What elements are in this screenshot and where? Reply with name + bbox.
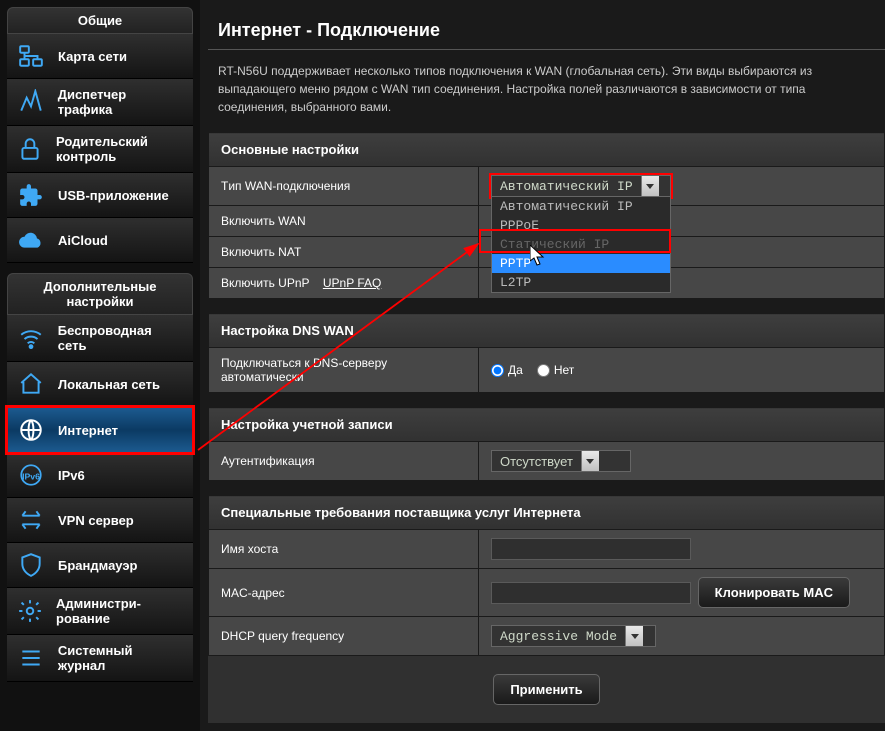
sidebar-item-admin[interactable]: Администри-рование bbox=[7, 588, 193, 635]
apply-row: Применить bbox=[208, 656, 885, 723]
sidebar-item-aicloud[interactable]: AiCloud bbox=[7, 218, 193, 263]
dhcp-label: DHCP query frequency bbox=[209, 617, 479, 656]
auth-value: Отсутствует bbox=[492, 454, 581, 469]
host-label: Имя хоста bbox=[209, 530, 479, 569]
dns-auto-label: Подключаться к DNS-серверу автоматически bbox=[209, 348, 479, 393]
sidebar-item-ipv6[interactable]: IPv6 IPv6 bbox=[7, 453, 193, 498]
wan-type-option[interactable]: PPTP bbox=[492, 254, 670, 273]
wan-type-option[interactable]: Автоматический IP bbox=[492, 197, 670, 216]
upnp-faq-link[interactable]: UPnP FAQ bbox=[323, 276, 381, 290]
sidebar-item-label: Системный журнал bbox=[58, 643, 183, 673]
enable-nat-label: Включить NAT bbox=[209, 237, 479, 268]
sidebar-item-label: Родительский контроль bbox=[56, 134, 183, 164]
wan-type-option[interactable]: PPPoE bbox=[492, 216, 670, 235]
network-map-icon bbox=[17, 42, 45, 70]
dns-yes[interactable]: Да bbox=[491, 363, 523, 377]
sidebar-item-wireless[interactable]: Беспроводная сеть bbox=[7, 315, 193, 362]
apply-button[interactable]: Применить bbox=[493, 674, 599, 705]
account-settings-table: Настройка учетной записи Аутентификация … bbox=[208, 407, 885, 481]
puzzle-icon bbox=[17, 181, 45, 209]
sidebar-general-items: Карта сети Диспетчер трафика Родительски… bbox=[7, 34, 193, 263]
sidebar-item-label: VPN сервер bbox=[58, 513, 134, 528]
sidebar-item-parental[interactable]: Родительский контроль bbox=[7, 126, 193, 173]
dropdown-arrow-icon[interactable] bbox=[581, 451, 599, 471]
lock-icon bbox=[17, 135, 43, 163]
mac-label: MAC-адрес bbox=[209, 569, 479, 617]
sidebar-advanced-header: Дополнительные настройки bbox=[7, 273, 193, 315]
wan-type-select[interactable]: Автоматический IP Автоматический IP PPPo… bbox=[491, 175, 671, 197]
sidebar-item-label: Локальная сеть bbox=[58, 377, 160, 392]
wan-type-value: Автоматический IP bbox=[492, 179, 641, 194]
dhcp-select[interactable]: Aggressive Mode bbox=[491, 625, 656, 647]
list-icon bbox=[17, 644, 45, 672]
mac-input[interactable] bbox=[491, 582, 691, 604]
ipv6-icon: IPv6 bbox=[17, 461, 45, 489]
wan-type-option[interactable]: L2TP bbox=[492, 273, 670, 292]
dhcp-value: Aggressive Mode bbox=[492, 629, 625, 644]
sidebar-item-usb-app[interactable]: USB-приложение bbox=[7, 173, 193, 218]
shield-icon bbox=[17, 551, 45, 579]
home-icon bbox=[17, 370, 45, 398]
sidebar-item-label: Администри-рование bbox=[56, 596, 183, 626]
wan-type-label: Tип WAN-подключения bbox=[209, 167, 479, 206]
sidebar-item-traffic-manager[interactable]: Диспетчер трафика bbox=[7, 79, 193, 126]
sidebar-item-lan[interactable]: Локальная сеть bbox=[7, 362, 193, 407]
sidebar-item-label: Диспетчер трафика bbox=[58, 87, 183, 117]
auth-select[interactable]: Отсутствует bbox=[491, 450, 631, 472]
sidebar-item-vpn[interactable]: VPN сервер bbox=[7, 498, 193, 543]
dns-yes-radio[interactable] bbox=[491, 364, 504, 377]
title-separator bbox=[208, 49, 885, 50]
svg-text:IPv6: IPv6 bbox=[22, 471, 40, 481]
dropdown-arrow-icon[interactable] bbox=[625, 626, 643, 646]
sidebar-item-label: AiCloud bbox=[58, 233, 108, 248]
page-title: Интернет - Подключение bbox=[208, 8, 885, 49]
enable-wan-label: Включить WAN bbox=[209, 206, 479, 237]
sidebar-item-label: USB-приложение bbox=[58, 188, 169, 203]
sidebar: Общие Карта сети Диспетчер трафика Родит… bbox=[0, 0, 200, 731]
page-intro: RT-N56U поддерживает несколько типов под… bbox=[208, 62, 885, 132]
isp-settings-table: Специальные требования поставщика услуг … bbox=[208, 495, 885, 656]
dns-radio-group: Да Нет bbox=[491, 363, 872, 377]
sidebar-general-header: Общие bbox=[7, 7, 193, 34]
dns-settings-table: Настройка DNS WAN Подключаться к DNS-сер… bbox=[208, 313, 885, 393]
sidebar-item-network-map[interactable]: Карта сети bbox=[7, 34, 193, 79]
wifi-icon bbox=[17, 324, 45, 352]
host-input[interactable] bbox=[491, 538, 691, 560]
wan-type-option[interactable]: Статический IP bbox=[492, 235, 670, 254]
basic-settings-table: Основные настройки Tип WAN-подключения А… bbox=[208, 132, 885, 299]
dns-header: Настройка DNS WAN bbox=[209, 314, 885, 348]
gear-icon bbox=[17, 597, 43, 625]
dns-no[interactable]: Нет bbox=[537, 363, 574, 377]
sidebar-advanced-items: Беспроводная сеть Локальная сеть Интерне… bbox=[7, 315, 193, 682]
wan-type-options: Автоматический IP PPPoE Статический IP P… bbox=[491, 196, 671, 293]
dns-no-radio[interactable] bbox=[537, 364, 550, 377]
isp-header: Специальные требования поставщика услуг … bbox=[209, 496, 885, 530]
sidebar-item-label: IPv6 bbox=[58, 468, 85, 483]
globe-icon bbox=[17, 416, 45, 444]
account-header: Настройка учетной записи bbox=[209, 408, 885, 442]
dropdown-arrow-icon[interactable] bbox=[641, 176, 659, 196]
vpn-icon bbox=[17, 506, 45, 534]
sidebar-item-internet[interactable]: Интернет bbox=[7, 407, 193, 453]
sidebar-item-firewall[interactable]: Брандмауэр bbox=[7, 543, 193, 588]
sidebar-item-syslog[interactable]: Системный журнал bbox=[7, 635, 193, 682]
auth-label: Аутентификация bbox=[209, 442, 479, 481]
sidebar-item-label: Интернет bbox=[58, 423, 118, 438]
enable-upnp-label: Включить UPnP UPnP FAQ bbox=[209, 268, 479, 299]
cloud-icon bbox=[17, 226, 45, 254]
sidebar-item-label: Беспроводная сеть bbox=[58, 323, 183, 353]
main-content: Интернет - Подключение RT-N56U поддержив… bbox=[200, 0, 885, 731]
sidebar-item-label: Карта сети bbox=[58, 49, 127, 64]
traffic-icon bbox=[17, 88, 45, 116]
clone-mac-button[interactable]: Клонировать MAC bbox=[698, 577, 850, 608]
basic-settings-header: Основные настройки bbox=[209, 133, 885, 167]
sidebar-item-label: Брандмауэр bbox=[58, 558, 137, 573]
